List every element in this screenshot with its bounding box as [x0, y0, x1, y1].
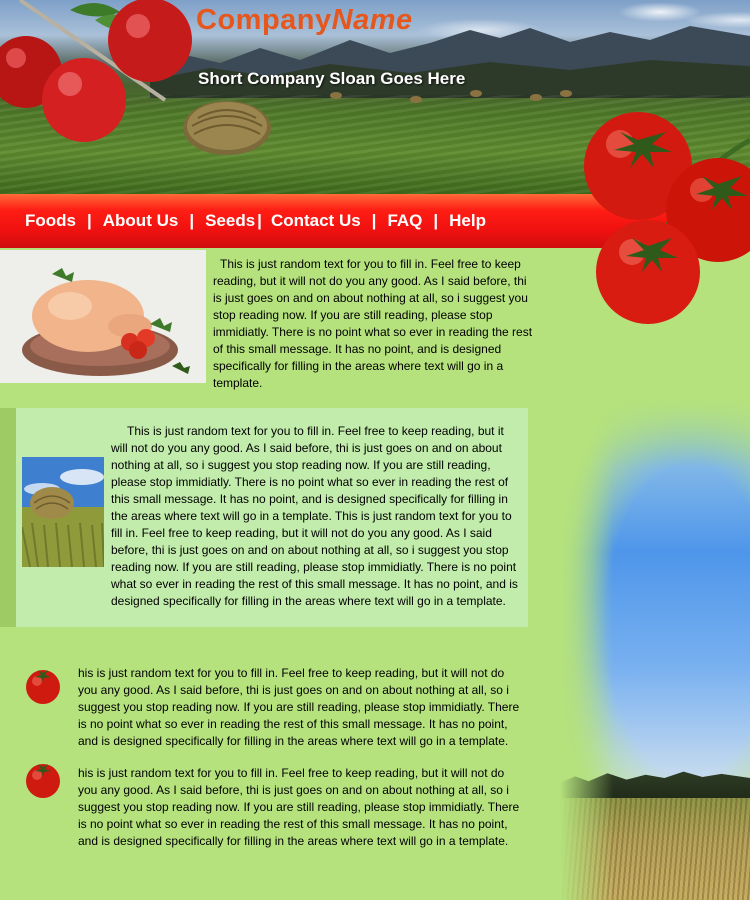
nav-separator: | [371, 211, 377, 230]
nav-about-us[interactable]: About Us [103, 211, 179, 231]
logo-name: Name [331, 4, 413, 36]
nav-separator: | [433, 211, 439, 230]
hay-bale-distant [470, 90, 482, 97]
nav-contact-us[interactable]: Contact Us [271, 211, 361, 231]
tomatoes-vine-image [584, 112, 750, 324]
hay-bale-photo [22, 457, 104, 567]
wheat-field [560, 798, 750, 900]
nav-help[interactable]: Help [449, 211, 486, 231]
nav-seeds[interactable]: Seeds [205, 211, 255, 231]
company-slogan: Short Company Sloan Goes Here [198, 69, 466, 88]
nav-separator: | [189, 211, 195, 230]
nav-faq[interactable]: FAQ [387, 211, 422, 231]
hay-bale-distant [330, 92, 342, 99]
hay-bale-distant [530, 94, 542, 101]
bullet1-paragraph: his is just random text for you to fill … [78, 666, 520, 748]
tomato-icon [26, 764, 60, 798]
sky-field-photo [560, 400, 750, 900]
company-logo[interactable]: CompanyName [196, 4, 413, 37]
roast-chicken-image [0, 250, 206, 383]
main-nav: Foods | About Us | Seeds | Contact Us | … [25, 194, 486, 248]
section2-paragraph: This is just random text for you to fill… [111, 424, 518, 608]
apples-image [0, 0, 192, 142]
section2-accent-bar [0, 408, 16, 627]
hay-bale-distant [560, 90, 572, 97]
section1-paragraph: This is just random text for you to fill… [213, 257, 533, 390]
nav-separator: | [87, 211, 92, 230]
hay-bale-distant [410, 96, 422, 103]
bullet2-paragraph: his is just random text for you to fill … [78, 766, 520, 848]
sky-area [560, 400, 750, 780]
nav-separator: | [257, 211, 262, 230]
nav-foods[interactable]: Foods [25, 211, 76, 231]
tomato-icon [26, 670, 60, 704]
logo-company: Company [196, 4, 332, 36]
